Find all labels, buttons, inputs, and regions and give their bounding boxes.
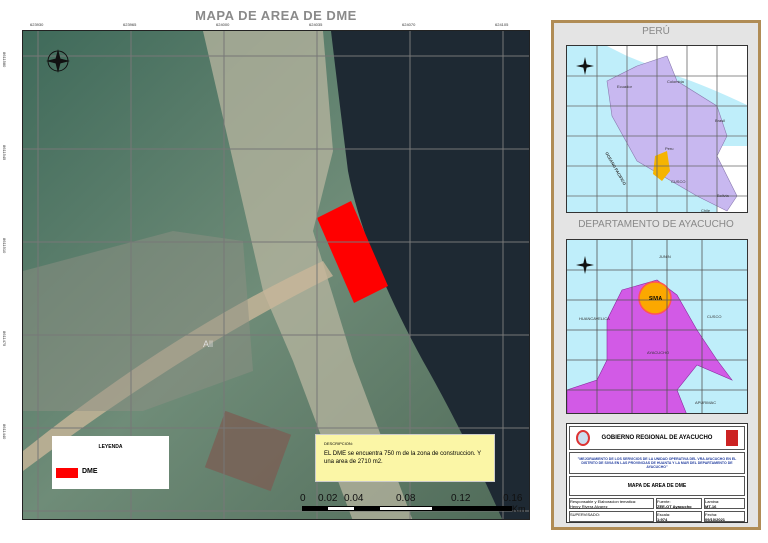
scale-seg — [380, 507, 432, 510]
scale-tick: 0.02 — [318, 493, 338, 504]
legend-swatch-dme — [56, 468, 78, 478]
region-label: CUSCO — [707, 314, 722, 319]
grid-label-x: 624035 — [309, 22, 323, 27]
place-label: All — [203, 339, 214, 349]
grid-label-y: 8611475 — [2, 331, 7, 347]
inset-map-peru: Ecuador Colombia Brasil Peru CUSCO Boliv… — [566, 45, 748, 213]
legend-label-dme: DME — [82, 468, 98, 475]
grid-label-y: 8611580 — [2, 52, 7, 68]
region-label: JUNIN — [659, 254, 671, 259]
scale-value: 1:974 — [657, 517, 668, 522]
description-text: EL DME se encuentra 750 m de la zona de … — [324, 451, 481, 465]
north-arrow-icon — [576, 256, 594, 274]
responsible-value: Henry Rivera Alvarez — [570, 504, 608, 509]
source-value: ZEE-OT Ayacucho — [657, 504, 692, 509]
country-label: Bolivia — [717, 193, 729, 198]
region-label: AYACUCHO — [647, 350, 670, 355]
scale-tick: 0.08 — [396, 493, 416, 504]
region-label: APURIMAC — [695, 400, 717, 405]
grid-label-x: 624000 — [216, 22, 230, 27]
grid-label-y: 8611440 — [2, 424, 7, 440]
reviewed-cell: SUPERVISADO: — [569, 511, 654, 522]
org-name: GOBIERNO REGIONAL DE AYACUCHO — [601, 435, 713, 441]
map-title: MAPA DE AREA DE DME — [195, 8, 357, 23]
country-label: Colombia — [667, 79, 684, 84]
sheet-value: MT-16 — [705, 504, 717, 509]
grid-label-y: 8611510 — [2, 238, 7, 254]
legend-box: LEYENDA DME — [52, 436, 169, 489]
ayacucho-map — [567, 240, 747, 413]
region-label: HUANCAVELICA — [579, 316, 610, 321]
scale-unit: Km — [512, 504, 526, 514]
scale-bar: 0 0.02 0.04 0.08 0.12 0.16 Km — [300, 493, 526, 515]
title-block: GOBIERNO REGIONAL DE AYACUCHO "MEJORAMIE… — [566, 423, 748, 523]
inset-peru-title: PERÚ — [642, 26, 670, 37]
north-arrow-icon — [576, 57, 594, 75]
sheet-cell: Lamina: MT-16 — [704, 498, 745, 509]
region-label: CUSCO — [671, 179, 686, 184]
country-label: Brasil — [715, 118, 726, 123]
country-label: Ecuador — [617, 84, 632, 89]
legend-heading: LEYENDA — [98, 444, 123, 450]
scale-tick: 0.04 — [344, 493, 364, 504]
org-cell: GOBIERNO REGIONAL DE AYACUCHO — [569, 426, 745, 450]
description-box: DESCRIPCION: EL DME se encuentra 750 m d… — [315, 434, 495, 482]
country-label: Chile — [701, 208, 711, 213]
grid-label-x: 623930 — [30, 22, 44, 27]
description-heading: DESCRIPCION: — [324, 441, 353, 446]
scale-tick: 0 — [300, 493, 306, 504]
scale-seg — [328, 507, 354, 510]
country-label: Peru — [665, 146, 674, 151]
inset-map-ayacucho: JUNIN SIVIA HUANCAVELICA CUSCO AYACUCHO … — [566, 239, 748, 414]
date-value: 09/10/2021 — [705, 517, 726, 522]
regional-seal-icon — [576, 430, 590, 446]
source-cell: Fuente: ZEE-OT Ayacucho — [656, 498, 702, 509]
grid-label-y: 8611545 — [2, 145, 7, 161]
scale-tick: 0.12 — [451, 493, 471, 504]
map-name: MAPA DE AREA DE DME — [569, 476, 745, 496]
coat-of-arms-icon — [726, 430, 738, 446]
grid-label-x: 624105 — [495, 22, 509, 27]
sivia-label: SIVIA — [649, 296, 663, 302]
side-panel: PERÚ Ecuador Colombia Brasil Peru CUSCO … — [551, 20, 761, 530]
reviewed-label: SUPERVISADO: — [570, 512, 600, 517]
peru-map — [567, 46, 747, 212]
grid-label-x: 624070 — [402, 22, 416, 27]
responsible-cell: Responsable y Elaboracion tematica: Henry… — [569, 498, 654, 509]
date-cell: Fecha: 09/10/2021 — [704, 511, 745, 522]
scale-cell: Escala: 1:974 — [656, 511, 702, 522]
grid-label-x: 623965 — [123, 22, 137, 27]
scale-tick: 0.16 — [503, 493, 523, 504]
inset-ayacucho-title: DEPARTAMENTO DE AYACUCHO — [578, 219, 734, 230]
project-name: "MEJORAMIENTO DE LOS SERVICIOS DE LA UNI… — [569, 452, 745, 474]
